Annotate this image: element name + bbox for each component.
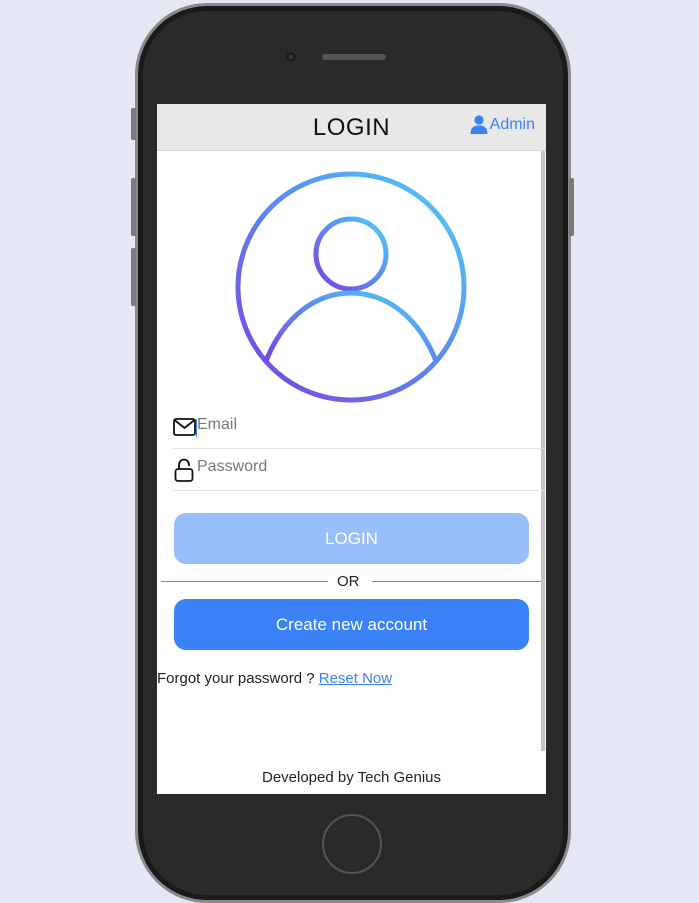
admin-label: Admin bbox=[489, 115, 535, 133]
login-button[interactable]: LOGIN bbox=[174, 513, 529, 564]
app-screen: LOGIN Admin Email LOGIN OR Create new ac… bbox=[157, 104, 546, 794]
or-label: OR bbox=[337, 573, 360, 590]
home-button bbox=[322, 814, 382, 874]
phone-side-button-power bbox=[569, 178, 574, 236]
email-input[interactable] bbox=[197, 416, 527, 434]
user-circle-icon bbox=[235, 171, 467, 403]
password-input[interactable] bbox=[197, 458, 527, 476]
user-icon bbox=[470, 115, 488, 134]
phone-side-button-silent bbox=[131, 108, 136, 140]
lock-icon bbox=[174, 458, 194, 482]
app-header: LOGIN Admin bbox=[157, 104, 546, 151]
envelope-icon bbox=[173, 418, 196, 436]
forgot-password-row: Forgot your password ? Reset Now bbox=[157, 670, 392, 687]
phone-side-button-volume-up bbox=[131, 178, 136, 236]
reset-now-link[interactable]: Reset Now bbox=[319, 670, 392, 687]
divider-line-right bbox=[372, 581, 541, 582]
password-field[interactable] bbox=[173, 450, 546, 491]
speaker-grille bbox=[322, 54, 386, 60]
email-field[interactable] bbox=[173, 408, 546, 449]
footer-credit: Developed by Tech Genius bbox=[261, 769, 441, 786]
forgot-password-text: Forgot your password ? bbox=[157, 670, 315, 687]
create-account-button[interactable]: Create new account bbox=[174, 599, 529, 650]
or-divider: OR bbox=[161, 572, 541, 592]
phone-side-button-volume-down bbox=[131, 248, 136, 306]
camera-icon bbox=[286, 52, 296, 62]
admin-link[interactable]: Admin bbox=[470, 115, 535, 134]
divider-line-left bbox=[161, 581, 328, 582]
